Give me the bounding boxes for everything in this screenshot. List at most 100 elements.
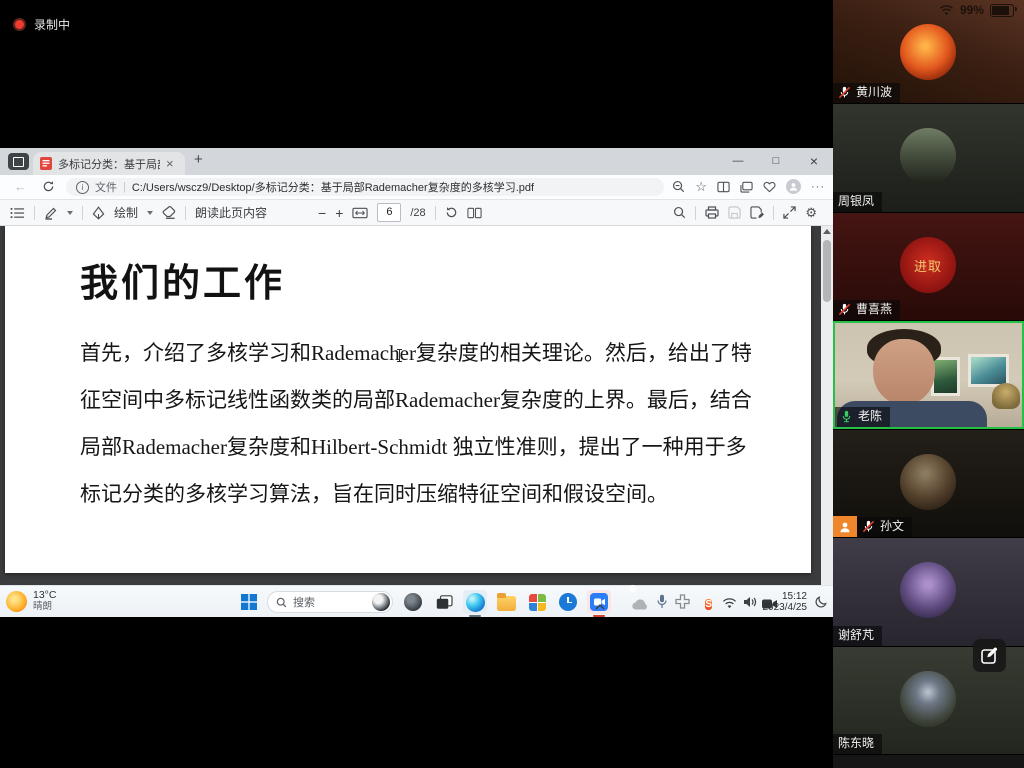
divider: [773, 206, 774, 220]
browser-navbar: ← i 文件 | C:/Users/wscz9/Desktop/多标记分类：基于…: [0, 175, 833, 200]
participant-name: 周银凤: [838, 195, 874, 208]
scrollbar-thumb[interactable]: [823, 240, 831, 302]
window-close-button[interactable]: ×: [795, 148, 833, 175]
participant-name-label: 孙文: [857, 517, 912, 537]
participant-name: 谢舒芃: [838, 629, 874, 642]
chevron-down-icon[interactable]: [67, 211, 73, 215]
pdf-toolbar-center: − + 6 /28: [318, 200, 482, 225]
participant-name-label: 曹喜燕: [833, 300, 900, 320]
start-button[interactable]: [241, 594, 257, 615]
search-icon[interactable]: [673, 206, 686, 219]
scroll-up-arrow[interactable]: [823, 229, 831, 234]
page-number-input[interactable]: 6: [377, 203, 401, 222]
address-scheme-label: 文件: [95, 179, 117, 195]
fit-to-width-icon[interactable]: [352, 207, 368, 219]
chevron-down-icon[interactable]: [147, 211, 153, 215]
recording-label: 录制中: [34, 16, 70, 33]
participant-name-label: 谢舒芃: [833, 626, 882, 646]
taskbar-app-icons: [401, 590, 611, 614]
participant-tile-xieshufan[interactable]: 谢舒芃: [833, 538, 1024, 646]
weather-widget[interactable]: 13°C 晴朗: [6, 590, 56, 612]
notification-moon-icon[interactable]: [815, 595, 828, 613]
task-view-button[interactable]: [432, 590, 456, 614]
search-highlight-image[interactable]: [372, 593, 390, 611]
zoom-indicator-icon[interactable]: [672, 180, 685, 193]
tablet-status-bar: 99%: [939, 3, 1014, 17]
clock-app-button[interactable]: [556, 590, 580, 614]
save-as-icon[interactable]: [750, 206, 764, 219]
fullscreen-icon[interactable]: [783, 206, 796, 219]
sogou-input-tray-icon[interactable]: S: [705, 594, 712, 612]
taskbar-search-box[interactable]: 搜索: [267, 591, 393, 613]
refresh-button[interactable]: [42, 180, 55, 198]
hidden-icons-chevron[interactable]: [595, 597, 605, 615]
tab-actions-button[interactable]: [8, 153, 29, 170]
microphone-tray-icon[interactable]: [657, 594, 667, 614]
pdf-scrollbar[interactable]: [821, 226, 833, 585]
wall-painting: [968, 354, 1009, 387]
highlighter-icon[interactable]: [44, 206, 58, 220]
collections-icon[interactable]: [740, 181, 753, 193]
page-info-icon[interactable]: i: [76, 181, 89, 194]
pdf-file-icon: [40, 157, 52, 170]
profile-avatar[interactable]: [786, 179, 801, 194]
window-maximize-button[interactable]: □: [757, 148, 795, 175]
zoom-in-button[interactable]: +: [335, 205, 343, 221]
participant-tile-huangchuanbo[interactable]: 99% 黄川波: [833, 0, 1024, 103]
battery-icon: [990, 4, 1014, 17]
tab-close-button[interactable]: ×: [166, 157, 174, 170]
page-view-icon[interactable]: [467, 207, 482, 219]
wifi-tray-icon[interactable]: [722, 596, 737, 614]
browser-tab-active[interactable]: 多标记分类：基于局部Rademac ×: [33, 152, 185, 175]
file-explorer-button[interactable]: [494, 590, 518, 614]
participant-tile-caoxiyan[interactable]: 进取 曹喜燕: [833, 213, 1024, 320]
participant-tile-laochen-active-speaker[interactable]: 老陈: [833, 321, 1024, 429]
taskbar-clock[interactable]: 15:12 2023/4/25: [763, 592, 808, 613]
edge-taskbar-button[interactable]: [463, 590, 487, 614]
pen-annotation-icon: [980, 646, 999, 665]
participant-tile-sunwen[interactable]: 孙文: [833, 430, 1024, 537]
mic-muted-icon: [838, 303, 851, 316]
recording-indicator: 录制中: [13, 16, 70, 33]
participant-name-label: 周银凤: [833, 192, 882, 212]
new-tab-button[interactable]: +: [194, 151, 203, 168]
battery-percent: 99%: [960, 3, 984, 17]
app-grid-button[interactable]: [525, 590, 549, 614]
split-screen-icon[interactable]: [717, 181, 730, 193]
back-button[interactable]: ←: [14, 179, 27, 194]
window-minimize-button[interactable]: —: [719, 148, 757, 175]
zoom-out-button[interactable]: −: [318, 205, 326, 221]
rotate-icon[interactable]: [445, 206, 458, 219]
remote-tool-tray-icon[interactable]: [675, 594, 690, 614]
draw-label[interactable]: 绘制: [114, 204, 138, 221]
window-glyph-icon: [13, 157, 24, 167]
page-count-label: /28: [410, 207, 425, 219]
active-app-indicator: [469, 615, 481, 618]
settings-gear-icon[interactable]: ⚙: [805, 206, 817, 220]
browser-essentials-icon[interactable]: [763, 181, 776, 193]
table-of-contents-icon[interactable]: [10, 207, 25, 219]
avatar: [900, 454, 956, 510]
participant-name: 孙文: [880, 520, 904, 533]
speaker-video: [873, 339, 935, 405]
annotation-tool-button[interactable]: [973, 639, 1006, 672]
more-menu-button[interactable]: ···: [811, 181, 825, 193]
participant-name: 老陈: [858, 410, 882, 423]
recording-dot-icon: [13, 18, 26, 31]
read-aloud-button[interactable]: 朗读此页内容: [195, 204, 267, 221]
eraser-icon[interactable]: [162, 206, 176, 219]
address-bar[interactable]: i 文件 | C:/Users/wscz9/Desktop/多标记分类：基于局部…: [66, 178, 664, 196]
volume-tray-icon[interactable]: [743, 595, 757, 613]
wall-painting: [931, 357, 960, 396]
favorites-star-icon[interactable]: ☆: [695, 180, 707, 194]
participant-tile-zhouyinfeng[interactable]: 周银凤: [833, 104, 1024, 212]
cloud-tray-icon[interactable]: [632, 597, 649, 615]
speaker-video: [992, 383, 1020, 409]
taskbar-app-button[interactable]: [401, 590, 425, 614]
draw-pen-icon[interactable]: [92, 206, 105, 220]
save-icon[interactable]: [728, 206, 741, 219]
avatar: [900, 562, 956, 618]
mic-muted-icon: [862, 520, 875, 533]
divider: [34, 206, 35, 220]
print-icon[interactable]: [705, 206, 719, 219]
